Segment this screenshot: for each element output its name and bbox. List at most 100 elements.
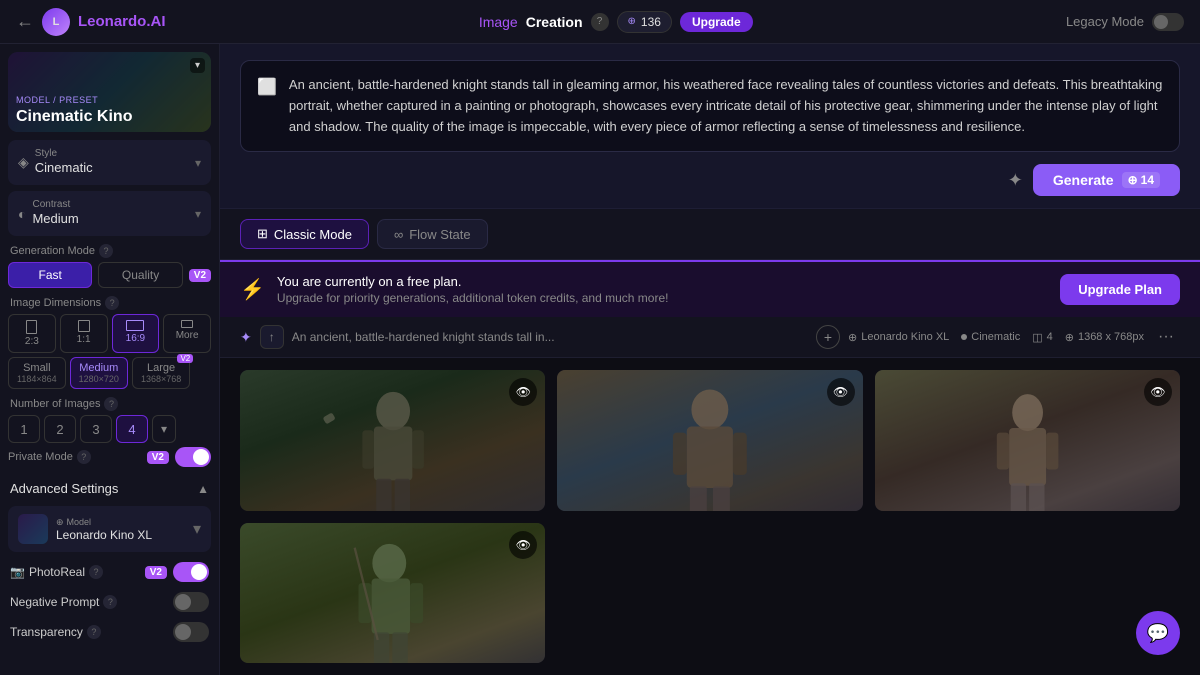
model-chevron-icon: ▾ — [193, 519, 201, 539]
help-icon[interactable]: ? — [591, 13, 609, 31]
image-card-3[interactable]: 👁 — [875, 370, 1180, 510]
flow-state-icon: ∞ — [394, 227, 403, 242]
num-2-button[interactable]: 2 — [44, 415, 76, 443]
preset-dropdown[interactable]: ▾ — [190, 58, 205, 73]
gen-meta-model-icon: ⊕ — [848, 331, 857, 344]
style-selector[interactable]: ◈ Style Cinematic ▾ — [8, 140, 211, 185]
num-images-help-icon[interactable]: ? — [104, 397, 118, 411]
gen-count-badge: ⊕ 14 — [1122, 172, 1160, 188]
dim-2-3-button[interactable]: 2:3 — [8, 314, 56, 353]
image-card-1[interactable]: 👁 — [240, 370, 545, 510]
mode-tabs-bar: ⊞ Classic Mode ∞ Flow State — [220, 209, 1200, 260]
dim-square-icon — [78, 320, 90, 332]
generate-label: Generate — [1053, 172, 1114, 188]
transparency-help-icon[interactable]: ? — [87, 625, 101, 639]
num-3-button[interactable]: 3 — [80, 415, 112, 443]
neg-prompt-row: Negative Prompt ? — [8, 588, 211, 616]
preset-image: Model / Preset Cinematic Kino ▾ — [8, 52, 211, 132]
wand-icon[interactable]: ✦ — [1008, 170, 1023, 191]
neg-prompt-help-icon[interactable]: ? — [103, 595, 117, 609]
legacy-mode-label: Legacy Mode — [1066, 14, 1144, 29]
gen-mode-label: Generation Mode — [10, 245, 95, 257]
main-layout: Model / Preset Cinematic Kino ▾ ◈ Style … — [0, 44, 1200, 675]
transparency-toggle[interactable] — [173, 622, 209, 642]
image-grid: 👁 — [220, 358, 1200, 675]
flow-state-tab[interactable]: ∞ Flow State — [377, 219, 488, 249]
gen-meta-dot-1 — [961, 334, 967, 340]
photoreal-help-icon[interactable]: ? — [89, 565, 103, 579]
dim-portrait-icon — [26, 320, 37, 334]
classic-mode-icon: ⊞ — [257, 226, 268, 242]
model-selector[interactable]: ⊕ Model Leonardo Kino XL ▾ — [8, 506, 211, 552]
dim-16-9-label: 16:9 — [126, 333, 145, 344]
size-large-button[interactable]: Large 1368×768 V2 — [132, 357, 190, 389]
upgrade-plan-button[interactable]: Upgrade Plan — [1060, 274, 1180, 305]
prompt-text[interactable]: An ancient, battle-hardened knight stand… — [289, 75, 1163, 137]
num-4-button[interactable]: 4 — [116, 415, 148, 443]
size-medium-sub: 1280×720 — [79, 374, 119, 384]
model-name: Leonardo Kino XL — [56, 528, 152, 542]
eye-4-icon: 👁 — [516, 538, 531, 552]
upscale-button[interactable]: ↑ — [260, 325, 284, 349]
prompt-area: ⬜ An ancient, battle-hardened knight sta… — [220, 44, 1200, 209]
advanced-settings-header[interactable]: Advanced Settings ▲ — [8, 475, 211, 502]
contrast-chevron-icon: ▾ — [195, 207, 201, 221]
private-mode-controls: V2 — [147, 447, 211, 467]
model-info: ⊕ Model Leonardo Kino XL — [56, 517, 152, 542]
size-buttons: Small 1184×864 Medium 1280×720 Large 136… — [8, 357, 211, 389]
size-small-sub: 1184×864 — [17, 374, 57, 384]
gen-meta-count: ◫ 4 — [1032, 331, 1053, 344]
num-image-buttons: 1 2 3 4 ▾ — [8, 415, 211, 443]
legacy-mode-toggle[interactable] — [1152, 13, 1184, 31]
fast-mode-button[interactable]: Fast — [8, 262, 92, 288]
dim-more-button[interactable]: More — [163, 314, 211, 353]
photoreal-controls: V2 — [145, 562, 209, 582]
gen-bar-more-button[interactable]: ··· — [1152, 326, 1180, 348]
image-card-4[interactable]: 👁 — [240, 523, 545, 663]
preset-info: Model / Preset Cinematic Kino — [16, 90, 132, 126]
back-button[interactable]: ← — [16, 11, 34, 32]
knight-4-svg — [271, 540, 515, 663]
image-dims-help-icon[interactable]: ? — [105, 296, 119, 310]
neg-prompt-toggle[interactable] — [173, 592, 209, 612]
brand-logo: Leonardo.AI — [78, 13, 166, 30]
image-card-2[interactable]: 👁 — [557, 370, 862, 510]
private-mode-label: Private Mode — [8, 451, 73, 463]
style-field-content: Style Cinematic — [35, 148, 93, 177]
user-avatar[interactable]: L — [42, 8, 70, 36]
classic-mode-tab[interactable]: ⊞ Classic Mode — [240, 219, 369, 249]
num-1-button[interactable]: 1 — [8, 415, 40, 443]
upgrade-button[interactable]: Upgrade — [680, 12, 753, 32]
size-medium-button[interactable]: Medium 1280×720 — [70, 357, 128, 389]
preset-card[interactable]: Model / Preset Cinematic Kino ▾ — [8, 52, 211, 132]
gen-bar-prompt: An ancient, battle-hardened knight stand… — [292, 330, 808, 344]
image-2-eye-overlay[interactable]: 👁 — [827, 378, 855, 406]
gen-mode-section: Generation Mode ? — [10, 244, 209, 258]
gen-meta-style: Cinematic — [961, 331, 1020, 343]
gen-bar-add-button[interactable]: + — [816, 325, 840, 349]
prompt-box[interactable]: ⬜ An ancient, battle-hardened knight sta… — [240, 60, 1180, 152]
knight-2-svg — [603, 388, 817, 511]
gen-mode-help-icon[interactable]: ? — [99, 244, 113, 258]
private-mode-toggle[interactable] — [175, 447, 211, 467]
dim-16-9-button[interactable]: 16:9 — [112, 314, 160, 353]
private-mode-help-icon[interactable]: ? — [77, 450, 91, 464]
gen-bar-icon: ✦ — [240, 329, 252, 346]
generate-button[interactable]: Generate ⊕ 14 — [1033, 164, 1180, 196]
gen-count-icon: ⊕ — [1128, 173, 1138, 187]
num-more-button[interactable]: ▾ — [152, 415, 176, 443]
chat-fab-button[interactable]: 💬 — [1136, 611, 1180, 655]
model-label: ⊕ Model — [56, 517, 152, 528]
generation-bar: ✦ ↑ An ancient, battle-hardened knight s… — [220, 317, 1200, 358]
dim-1-1-button[interactable]: 1:1 — [60, 314, 108, 353]
dim-more-icon — [181, 320, 193, 328]
image-4-eye-overlay[interactable]: 👁 — [509, 531, 537, 559]
quality-mode-button[interactable]: Quality — [98, 262, 182, 288]
photoreal-toggle[interactable] — [173, 562, 209, 582]
gen-meta: ⊕ Leonardo Kino XL Cinematic ◫ 4 ⊕ 1368 … — [848, 331, 1144, 344]
size-small-button[interactable]: Small 1184×864 — [8, 357, 66, 389]
image-1-placeholder — [240, 370, 545, 510]
contrast-value: Medium — [32, 211, 78, 226]
nav-right: Legacy Mode — [1066, 13, 1184, 31]
contrast-selector[interactable]: ◐ Contrast Medium ▾ — [8, 191, 211, 236]
